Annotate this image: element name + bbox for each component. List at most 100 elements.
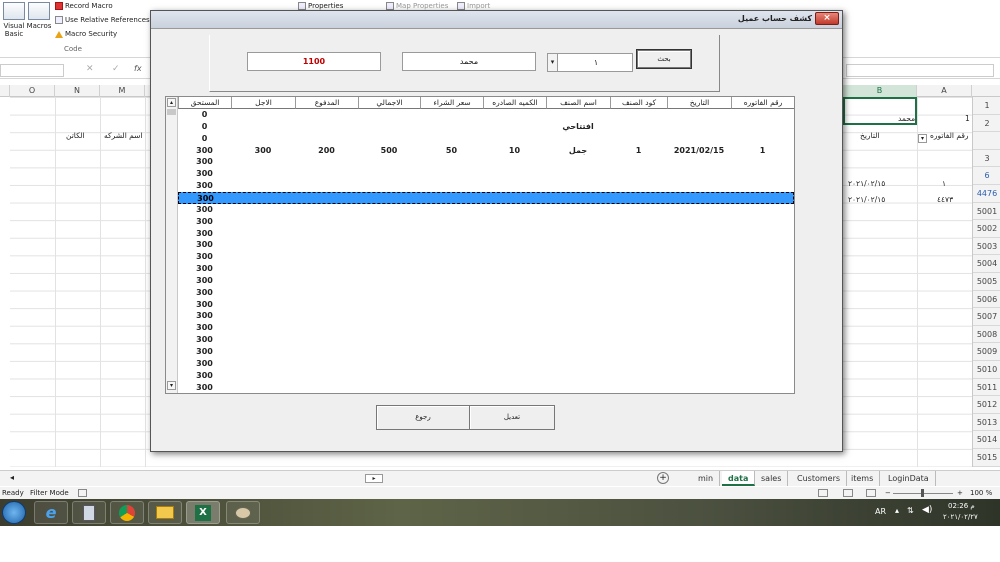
cell-n-header[interactable]: الكاتن [66,131,85,140]
cell-a5[interactable]: ١ [942,179,946,188]
sheet-tab[interactable]: min [692,471,721,486]
listbox-row[interactable]: 300 [178,239,794,251]
listbox-row[interactable]: 300 [178,228,794,240]
sheet-tab-active[interactable]: data [722,471,756,486]
zoom-out-icon[interactable]: − [885,487,891,499]
search-button[interactable]: بحث [636,49,692,69]
macro-record-status-icon[interactable] [78,489,87,497]
column-header[interactable]: M [100,85,145,97]
edit-button[interactable]: تعديل [469,405,555,430]
macro-security-button[interactable]: Macro Security [55,30,117,38]
listbox-row[interactable]: 300 [178,204,794,216]
row-header[interactable]: 5011 [973,379,1000,397]
listbox-row[interactable]: 300 [178,358,794,370]
listbox-row[interactable]: 300 [178,251,794,263]
zoom-level[interactable]: 100 % [970,487,992,499]
page-layout-icon[interactable] [843,489,853,497]
cell-b6[interactable]: ٢٠٢١/٠٢/١٥ [848,195,885,204]
cell-a2[interactable]: رقم الفاتوره [930,131,969,140]
zoom-slider-thumb[interactable] [921,489,924,497]
row-header[interactable]: 5010 [973,361,1000,379]
sheet-tab[interactable]: Customers [791,471,848,486]
row-header[interactable]: 1 [973,97,1000,115]
map-properties-button[interactable]: Map Properties [386,2,448,10]
dialog-titlebar[interactable]: كشف حساب عميل × [151,11,842,29]
listbox-row[interactable]: 300 [178,382,794,393]
normal-view-icon[interactable] [818,489,828,497]
start-button-icon[interactable] [2,501,26,524]
listbox-row[interactable]: 300 [178,310,794,322]
add-sheet-icon[interactable]: + [657,472,669,484]
clock-time[interactable]: 02:26 م [948,502,975,510]
listbox-row[interactable]: 300 [178,180,794,192]
row-header[interactable]: 5005 [973,273,1000,291]
row-header[interactable]: 5013 [973,414,1000,432]
language-indicator[interactable]: AR [875,507,886,516]
listbox-row[interactable]: 300 [178,334,794,346]
record-macro-button[interactable]: Record Macro [55,2,113,10]
listbox-row[interactable]: 300 [178,287,794,299]
row-header[interactable]: 5003 [973,238,1000,256]
row-header[interactable]: 2 [973,115,1000,133]
row-header[interactable]: 3 [973,150,1000,168]
column-header[interactable]: A [917,85,972,97]
customer-combobox[interactable]: ▾ ١ [547,53,633,72]
properties-button[interactable]: Properties [298,2,343,10]
network-icon[interactable]: ⇅ [907,506,914,515]
insert-function-icon[interactable]: fx [134,64,142,73]
row-header[interactable]: 6 [973,167,1000,185]
listbox-row-selected[interactable]: 300 [178,191,794,204]
customer-name-field[interactable]: محمد [402,52,536,71]
close-button[interactable]: × [815,12,839,25]
listbox-row[interactable]: 300 [178,346,794,358]
row-header[interactable]: 5004 [973,255,1000,273]
excel-taskbar-icon[interactable]: X [186,501,220,524]
filter-dropdown-icon[interactable]: ▾ [918,134,927,143]
back-button[interactable]: رجوع [376,405,470,430]
listbox-row[interactable]: 300 [178,216,794,228]
select-all-corner[interactable] [0,85,10,97]
listbox-row[interactable]: 0 [178,109,794,121]
calculator-icon[interactable] [72,501,106,524]
volume-icon[interactable]: ◀) [922,505,932,515]
listbox-row[interactable]: افتتاحي 0 [178,121,794,133]
name-box[interactable] [0,64,64,77]
clock-date[interactable]: ٢٠٢١/٠٢/٢٧ [943,513,978,521]
sheet-tab[interactable]: sales [755,471,789,486]
zoom-in-icon[interactable]: + [957,487,963,499]
row-header[interactable]: 5001 [973,203,1000,221]
import-button[interactable]: Import [457,2,490,10]
visual-basic-button[interactable]: Visual Basic [2,2,26,38]
column-header[interactable]: B [843,85,917,97]
cell-m-header[interactable]: اسم الشركه [104,131,143,140]
scroll-up-icon[interactable]: ▴ [167,98,176,107]
combobox-dropdown-icon[interactable]: ▾ [548,54,558,71]
row-header[interactable]: 5009 [973,343,1000,361]
scroll-left-icon[interactable]: ◂ [10,473,14,482]
internet-explorer-icon[interactable]: e [34,501,68,524]
cell-b5[interactable]: ٢٠٢١/٠٢/١٥ [848,179,885,188]
formula-enter-icon[interactable]: ✓ [112,64,120,74]
sheet-tab[interactable]: items [845,471,881,486]
chrome-icon[interactable] [110,501,144,524]
cell-a6[interactable]: ٤٤٧٣ [937,195,953,204]
row-header[interactable]: 4476 [973,185,1000,203]
cell-b2[interactable]: التاريخ [860,131,879,140]
listbox-row[interactable]: 300 [178,156,794,168]
cell-a1[interactable]: 1 [965,114,970,123]
formula-cancel-icon[interactable]: ✕ [86,64,94,74]
balance-field[interactable]: 1100 [247,52,381,71]
row-header[interactable]: 5007 [973,308,1000,326]
macros-button[interactable]: Macros [26,2,52,30]
statement-listbox[interactable]: ▴ ▾ رقم الفاتوره التاريخ كود الصنف اسم الصن… [165,96,795,394]
row-header[interactable]: 5008 [973,326,1000,344]
listbox-row[interactable]: 300 [178,299,794,311]
file-explorer-icon[interactable] [148,501,182,524]
use-relative-references-button[interactable]: Use Relative References [55,16,150,24]
listbox-row[interactable]: 0 [178,133,794,145]
listbox-row[interactable]: 300 [178,263,794,275]
listbox-row[interactable]: 300 [178,370,794,382]
row-header[interactable] [973,132,1000,150]
listbox-row[interactable]: 300 [178,275,794,287]
cell-b1[interactable]: محمد [898,114,915,123]
